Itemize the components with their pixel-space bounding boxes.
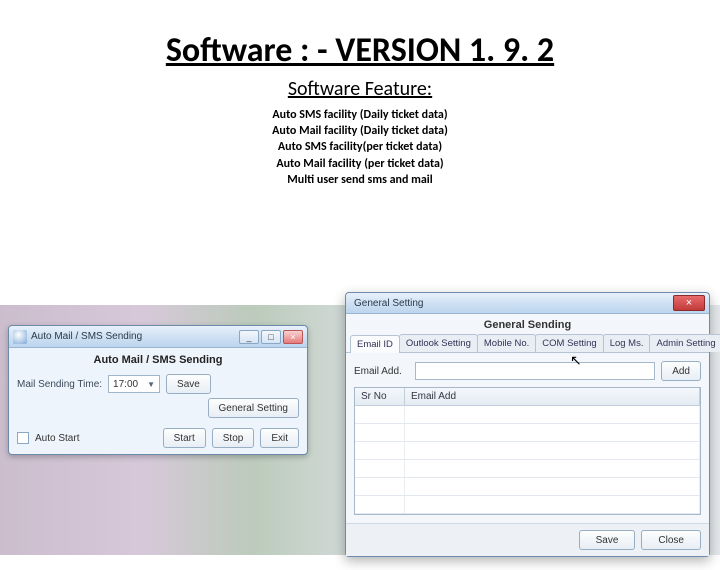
window-title: Auto Mail / SMS Sending [31, 331, 239, 342]
feature-item: Multi user send sms and mail [0, 172, 720, 188]
tab-strip: Email ID Outlook Setting Mobile No. COM … [346, 334, 709, 353]
titlebar[interactable]: General Setting × [346, 293, 709, 314]
tab-email-id[interactable]: Email ID [350, 335, 400, 353]
save-button[interactable]: Save [166, 374, 211, 394]
email-add-input[interactable] [415, 362, 655, 380]
tab-mobile-no[interactable]: Mobile No. [477, 334, 536, 352]
table-row[interactable] [355, 406, 700, 424]
tab-admin-setting[interactable]: Admin Setting [649, 334, 720, 352]
close-button[interactable]: × [283, 330, 303, 344]
col-email-add[interactable]: Email Add [405, 388, 700, 405]
start-button[interactable]: Start [163, 428, 206, 448]
grid-header: Sr No Email Add [355, 388, 700, 406]
table-row[interactable] [355, 496, 700, 514]
general-setting-window: General Setting × General Sending Email … [345, 292, 710, 557]
auto-start-checkbox[interactable] [17, 432, 29, 444]
tab-log-ms[interactable]: Log Ms. [603, 334, 651, 352]
tab-com-setting[interactable]: COM Setting [535, 334, 603, 352]
chevron-down-icon: ▼ [147, 380, 155, 389]
col-sr-no[interactable]: Sr No [355, 388, 405, 405]
feature-list: Auto SMS facility (Daily ticket data) Au… [0, 107, 720, 188]
tab-outlook-setting[interactable]: Outlook Setting [399, 334, 478, 352]
minimize-button[interactable]: _ [239, 330, 259, 344]
save-button[interactable]: Save [579, 530, 636, 550]
general-setting-button[interactable]: General Setting [208, 398, 300, 418]
exit-button[interactable]: Exit [260, 428, 299, 448]
app-icon [13, 330, 27, 344]
feature-item: Auto Mail facility (Daily ticket data) [0, 123, 720, 139]
table-row[interactable] [355, 478, 700, 496]
titlebar[interactable]: Auto Mail / SMS Sending _ □ × [9, 326, 307, 348]
email-add-label: Email Add. [354, 366, 409, 377]
window-heading: Auto Mail / SMS Sending [9, 348, 307, 370]
table-row[interactable] [355, 424, 700, 442]
section-header: General Sending [346, 314, 709, 334]
stop-button[interactable]: Stop [212, 428, 255, 448]
close-button-footer[interactable]: Close [641, 530, 701, 550]
add-button[interactable]: Add [661, 361, 701, 381]
mail-sending-time-label: Mail Sending Time: [17, 379, 102, 390]
page-title: Software : - VERSION 1. 9. 2 [0, 30, 720, 71]
auto-mail-sms-window: Auto Mail / SMS Sending _ □ × Auto Mail … [8, 325, 308, 455]
feature-item: Auto SMS facility (Daily ticket data) [0, 107, 720, 123]
page-subtitle: Software Feature: [0, 77, 720, 101]
table-row[interactable] [355, 442, 700, 460]
feature-item: Auto Mail facility (per ticket data) [0, 156, 720, 172]
table-row[interactable] [355, 460, 700, 478]
feature-item: Auto SMS facility(per ticket data) [0, 139, 720, 155]
window-title: General Setting [350, 298, 705, 309]
time-value: 17:00 [113, 379, 138, 390]
email-grid[interactable]: Sr No Email Add [354, 387, 701, 515]
auto-start-label: Auto Start [35, 433, 79, 444]
close-button[interactable]: × [673, 295, 705, 311]
mail-sending-time-dropdown[interactable]: 17:00 ▼ [108, 375, 160, 393]
maximize-button[interactable]: □ [261, 330, 281, 344]
